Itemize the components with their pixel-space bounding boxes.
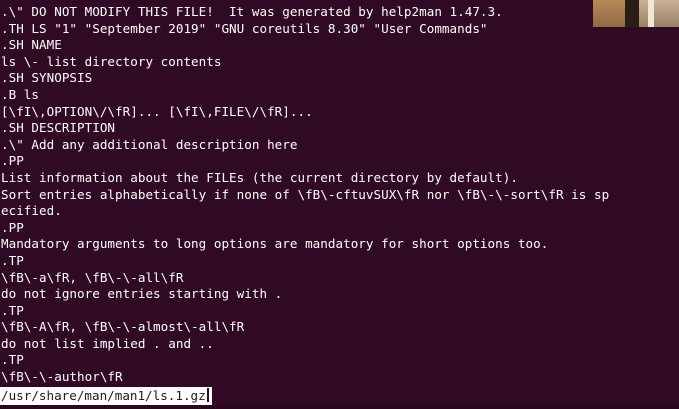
pager-status-prompt[interactable]: /usr/share/man/man1/ls.1.gz bbox=[0, 387, 212, 405]
text-line: Sort entries alphabetically if none of \… bbox=[1, 186, 610, 202]
bottom-edge bbox=[0, 405, 679, 409]
text-line: .SH DESCRIPTION bbox=[1, 120, 116, 136]
text-line: .TP bbox=[1, 302, 24, 318]
text-line: .TP bbox=[1, 252, 24, 268]
background-desktop-photo bbox=[593, 0, 679, 27]
text-line: List information about the FILEs (the cu… bbox=[1, 169, 518, 185]
text-line: [\fI\,OPTION\/\fR]... [\fI\,FILE\/\fR]..… bbox=[1, 103, 313, 119]
text-line: Mandatory arguments to long options are … bbox=[1, 236, 549, 252]
text-line: .SH SYNOPSIS bbox=[1, 70, 93, 86]
text-line: ecified. bbox=[1, 203, 62, 219]
text-cursor bbox=[206, 388, 209, 402]
text-line: .B ls bbox=[1, 86, 40, 102]
text-line: \fB\-\-author\fR bbox=[1, 369, 123, 385]
text-line: .PP bbox=[1, 153, 24, 169]
terminal-window[interactable]: .\" DO NOT MODIFY THIS FILE! It was gene… bbox=[0, 0, 679, 409]
text-line: .TH LS "1" "September 2019" "GNU coreuti… bbox=[1, 20, 488, 36]
text-line: .SH NAME bbox=[1, 37, 62, 53]
status-file-path: /usr/share/man/man1/ls.1.gz bbox=[1, 388, 206, 403]
text-line: .\" DO NOT MODIFY THIS FILE! It was gene… bbox=[1, 4, 503, 19]
text-line: do not ignore entries starting with . bbox=[1, 286, 283, 302]
text-line: \fB\-a\fR, \fB\-\-all\fR bbox=[1, 269, 184, 285]
text-line: .TP bbox=[1, 352, 24, 368]
text-line: \fB\-A\fR, \fB\-\-almost\-all\fR bbox=[1, 319, 245, 335]
text-line: .\" Add any additional description here bbox=[1, 136, 298, 152]
text-line: .PP bbox=[1, 219, 24, 235]
text-line: do not list implied . and .. bbox=[1, 335, 214, 351]
text-line: ls \- list directory contents bbox=[1, 53, 222, 69]
pager-content: .\" DO NOT MODIFY THIS FILE! It was gene… bbox=[1, 4, 610, 386]
